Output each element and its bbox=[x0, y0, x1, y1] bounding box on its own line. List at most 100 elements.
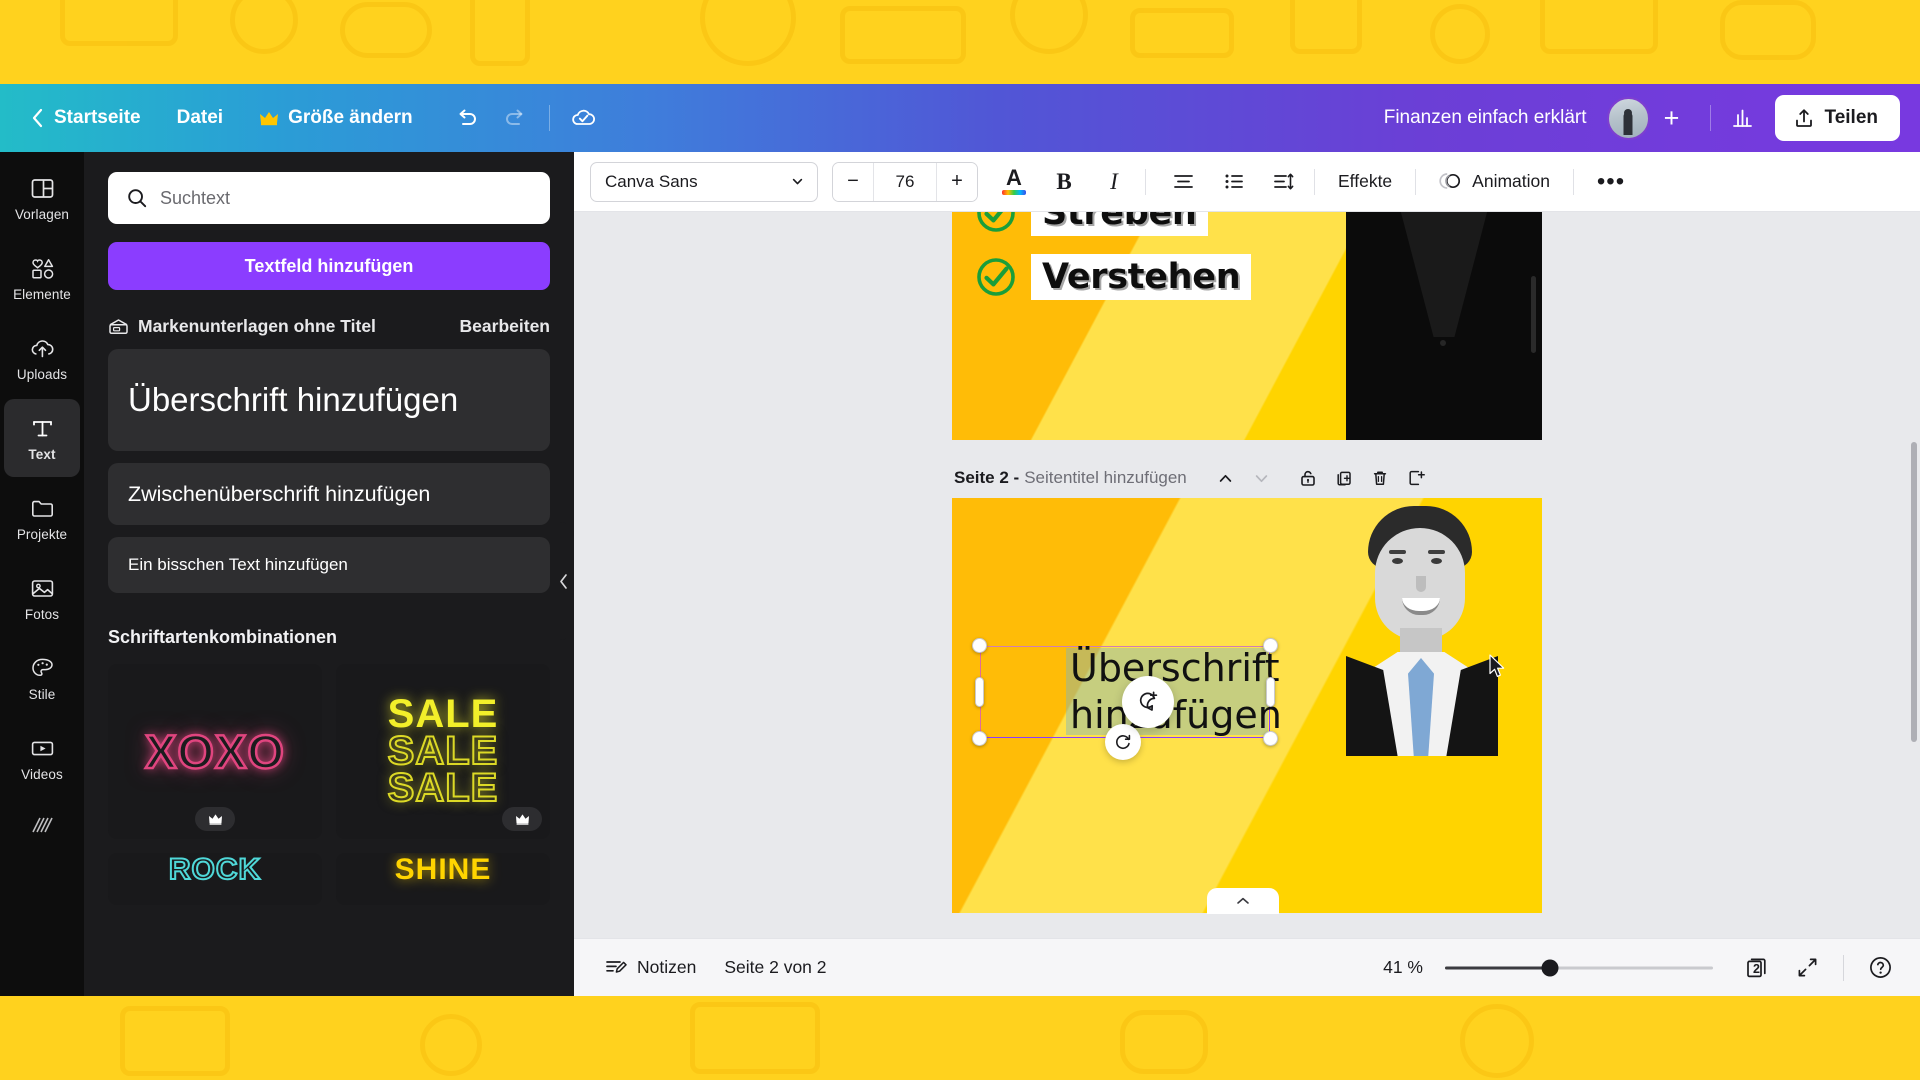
insights-button[interactable] bbox=[1721, 96, 1765, 140]
font-combo-xoxo-label: XOXO bbox=[144, 724, 285, 780]
zoom-slider[interactable] bbox=[1445, 958, 1713, 978]
font-combo-sale-label-2: SALE bbox=[387, 729, 499, 774]
rotate-handle[interactable] bbox=[1105, 724, 1141, 760]
page-1-check-label-1: Streben bbox=[1031, 212, 1208, 236]
document-title[interactable]: Finanzen einfach erklärt bbox=[1370, 97, 1601, 139]
home-back-button[interactable]: Startseite bbox=[14, 96, 157, 140]
page-2-title-placeholder[interactable]: Seitentitel hinzufügen bbox=[1024, 468, 1187, 488]
search-box[interactable] bbox=[108, 172, 550, 224]
effects-button[interactable]: Effekte bbox=[1324, 161, 1406, 203]
header-divider-2 bbox=[1709, 105, 1711, 131]
search-input[interactable] bbox=[160, 187, 532, 209]
toolbar-divider-2 bbox=[1314, 168, 1315, 195]
style-card-subheading[interactable]: Zwischenüberschrift hinzufügen bbox=[108, 463, 550, 525]
undo-icon bbox=[454, 105, 480, 131]
text-color-button[interactable]: A bbox=[992, 160, 1036, 204]
sidebar-item-videos[interactable]: Videos bbox=[4, 719, 80, 797]
sidebar-item-text[interactable]: Text bbox=[4, 399, 80, 477]
bold-button[interactable]: B bbox=[1042, 160, 1086, 204]
page-2-wrapper: Überschrift hinzufügen bbox=[952, 498, 1542, 914]
bar-chart-icon bbox=[1730, 106, 1755, 131]
sidebar-label: Stile bbox=[28, 686, 56, 702]
font-combo-xoxo[interactable]: XOXO bbox=[108, 664, 322, 839]
toolbar-divider-4 bbox=[1573, 168, 1574, 195]
font-size-input[interactable]: 76 bbox=[873, 162, 937, 201]
page-grid-button[interactable]: 2 bbox=[1735, 946, 1779, 990]
font-combo-sale[interactable]: SALE SALE SALE bbox=[336, 664, 550, 839]
undo-button[interactable] bbox=[445, 96, 489, 140]
fullscreen-button[interactable] bbox=[1785, 946, 1829, 990]
editor-body: Vorlagen Elemente Uploads Text Projekte … bbox=[0, 152, 1920, 996]
line-spacing-button[interactable] bbox=[1261, 160, 1305, 204]
video-icon bbox=[29, 735, 56, 762]
add-comment-button[interactable] bbox=[1122, 676, 1174, 728]
sidebar-item-more[interactable] bbox=[4, 799, 80, 855]
hatch-pattern-icon bbox=[29, 814, 56, 841]
resize-button[interactable]: Größe ändern bbox=[243, 96, 429, 140]
brand-kit-row: Markenunterlagen ohne Titel Bearbeiten bbox=[108, 316, 550, 337]
brand-kit-edit-link[interactable]: Bearbeiten bbox=[460, 316, 550, 337]
duplicate-icon bbox=[1334, 468, 1354, 488]
file-menu-button[interactable]: Datei bbox=[161, 96, 239, 140]
sidebar-item-vorlagen[interactable]: Vorlagen bbox=[4, 159, 80, 237]
help-button[interactable] bbox=[1858, 946, 1902, 990]
bullet-list-button[interactable] bbox=[1211, 160, 1255, 204]
page-1-check-label-2: Verstehen bbox=[1031, 254, 1252, 300]
trash-icon bbox=[1370, 468, 1390, 488]
redo-button[interactable] bbox=[493, 96, 537, 140]
page-1-canvas[interactable]: Streben Verstehen bbox=[952, 212, 1542, 440]
font-combo-rock[interactable]: ROCK bbox=[108, 853, 322, 905]
style-card-subheading-label: Zwischenüberschrift hinzufügen bbox=[128, 481, 431, 506]
font-size-decrease-button[interactable]: − bbox=[833, 162, 873, 201]
canvas-viewport[interactable]: Streben Verstehen Seite 2 - Seitentitel … bbox=[574, 212, 1920, 938]
duplicate-page-button[interactable] bbox=[1327, 461, 1361, 495]
text-align-button[interactable] bbox=[1161, 160, 1205, 204]
share-button[interactable]: Teilen bbox=[1774, 95, 1900, 141]
brand-kit-icon bbox=[108, 317, 129, 336]
font-combinations-grid: XOXO SALE SALE SALE bbox=[108, 664, 550, 839]
sidebar-item-projekte[interactable]: Projekte bbox=[4, 479, 80, 557]
sidebar-item-stile[interactable]: Stile bbox=[4, 639, 80, 717]
top-header-bar: Startseite Datei Größe ändern Finanzen e… bbox=[0, 84, 1920, 152]
font-combinations-heading: Schriftartenkombinationen bbox=[108, 627, 338, 647]
add-page-button[interactable] bbox=[1399, 461, 1433, 495]
page-2-actions bbox=[1209, 461, 1433, 495]
add-text-field-button[interactable]: Textfeld hinzufügen bbox=[108, 242, 550, 290]
more-options-button[interactable]: ••• bbox=[1589, 160, 1633, 204]
saved-status-button[interactable] bbox=[562, 96, 606, 140]
animation-button[interactable]: Animation bbox=[1425, 161, 1564, 203]
add-text-field-label: Textfeld hinzufügen bbox=[244, 255, 414, 276]
sidebar-item-elemente[interactable]: Elemente bbox=[4, 239, 80, 317]
move-page-down-button[interactable] bbox=[1245, 461, 1279, 495]
canvas-scroll-container: Streben Verstehen Seite 2 - Seitentitel … bbox=[574, 212, 1920, 938]
toolbar-divider-3 bbox=[1415, 168, 1417, 195]
status-divider bbox=[1843, 954, 1844, 981]
delete-page-button[interactable] bbox=[1363, 461, 1397, 495]
collapse-panel-button[interactable] bbox=[552, 522, 574, 640]
avatar[interactable] bbox=[1606, 96, 1650, 140]
page-2-portrait-photo[interactable] bbox=[1342, 506, 1498, 756]
sidebar-label: Projekte bbox=[16, 526, 68, 542]
zoom-slider-knob[interactable] bbox=[1541, 959, 1559, 976]
sidebar-item-fotos[interactable]: Fotos bbox=[4, 559, 80, 637]
font-size-increase-button[interactable]: + bbox=[937, 162, 977, 201]
page-expand-tab[interactable] bbox=[1207, 888, 1279, 914]
share-label: Teilen bbox=[1824, 107, 1879, 128]
chevron-up-icon bbox=[1235, 896, 1251, 906]
canvas-scrollbar[interactable] bbox=[1911, 442, 1917, 742]
plus-icon: + bbox=[951, 170, 963, 192]
notes-button[interactable]: Notizen bbox=[590, 947, 710, 989]
style-card-heading[interactable]: Überschrift hinzufügen bbox=[108, 349, 550, 451]
font-family-select[interactable]: Canva Sans bbox=[590, 161, 818, 202]
page-2-canvas[interactable]: Überschrift hinzufügen bbox=[952, 498, 1542, 913]
lock-page-button[interactable] bbox=[1291, 461, 1325, 495]
move-page-up-button[interactable] bbox=[1209, 461, 1243, 495]
minus-icon: − bbox=[847, 170, 859, 192]
sidebar-item-uploads[interactable]: Uploads bbox=[4, 319, 80, 397]
page-2-title: Seite 2 - bbox=[954, 468, 1020, 487]
italic-button[interactable]: I bbox=[1092, 160, 1136, 204]
add-collaborator-button[interactable]: + bbox=[1652, 98, 1692, 138]
font-combo-shine[interactable]: SHINE bbox=[336, 853, 550, 905]
style-card-body[interactable]: Ein bisschen Text hinzufügen bbox=[108, 537, 550, 593]
redo-icon bbox=[502, 105, 528, 131]
